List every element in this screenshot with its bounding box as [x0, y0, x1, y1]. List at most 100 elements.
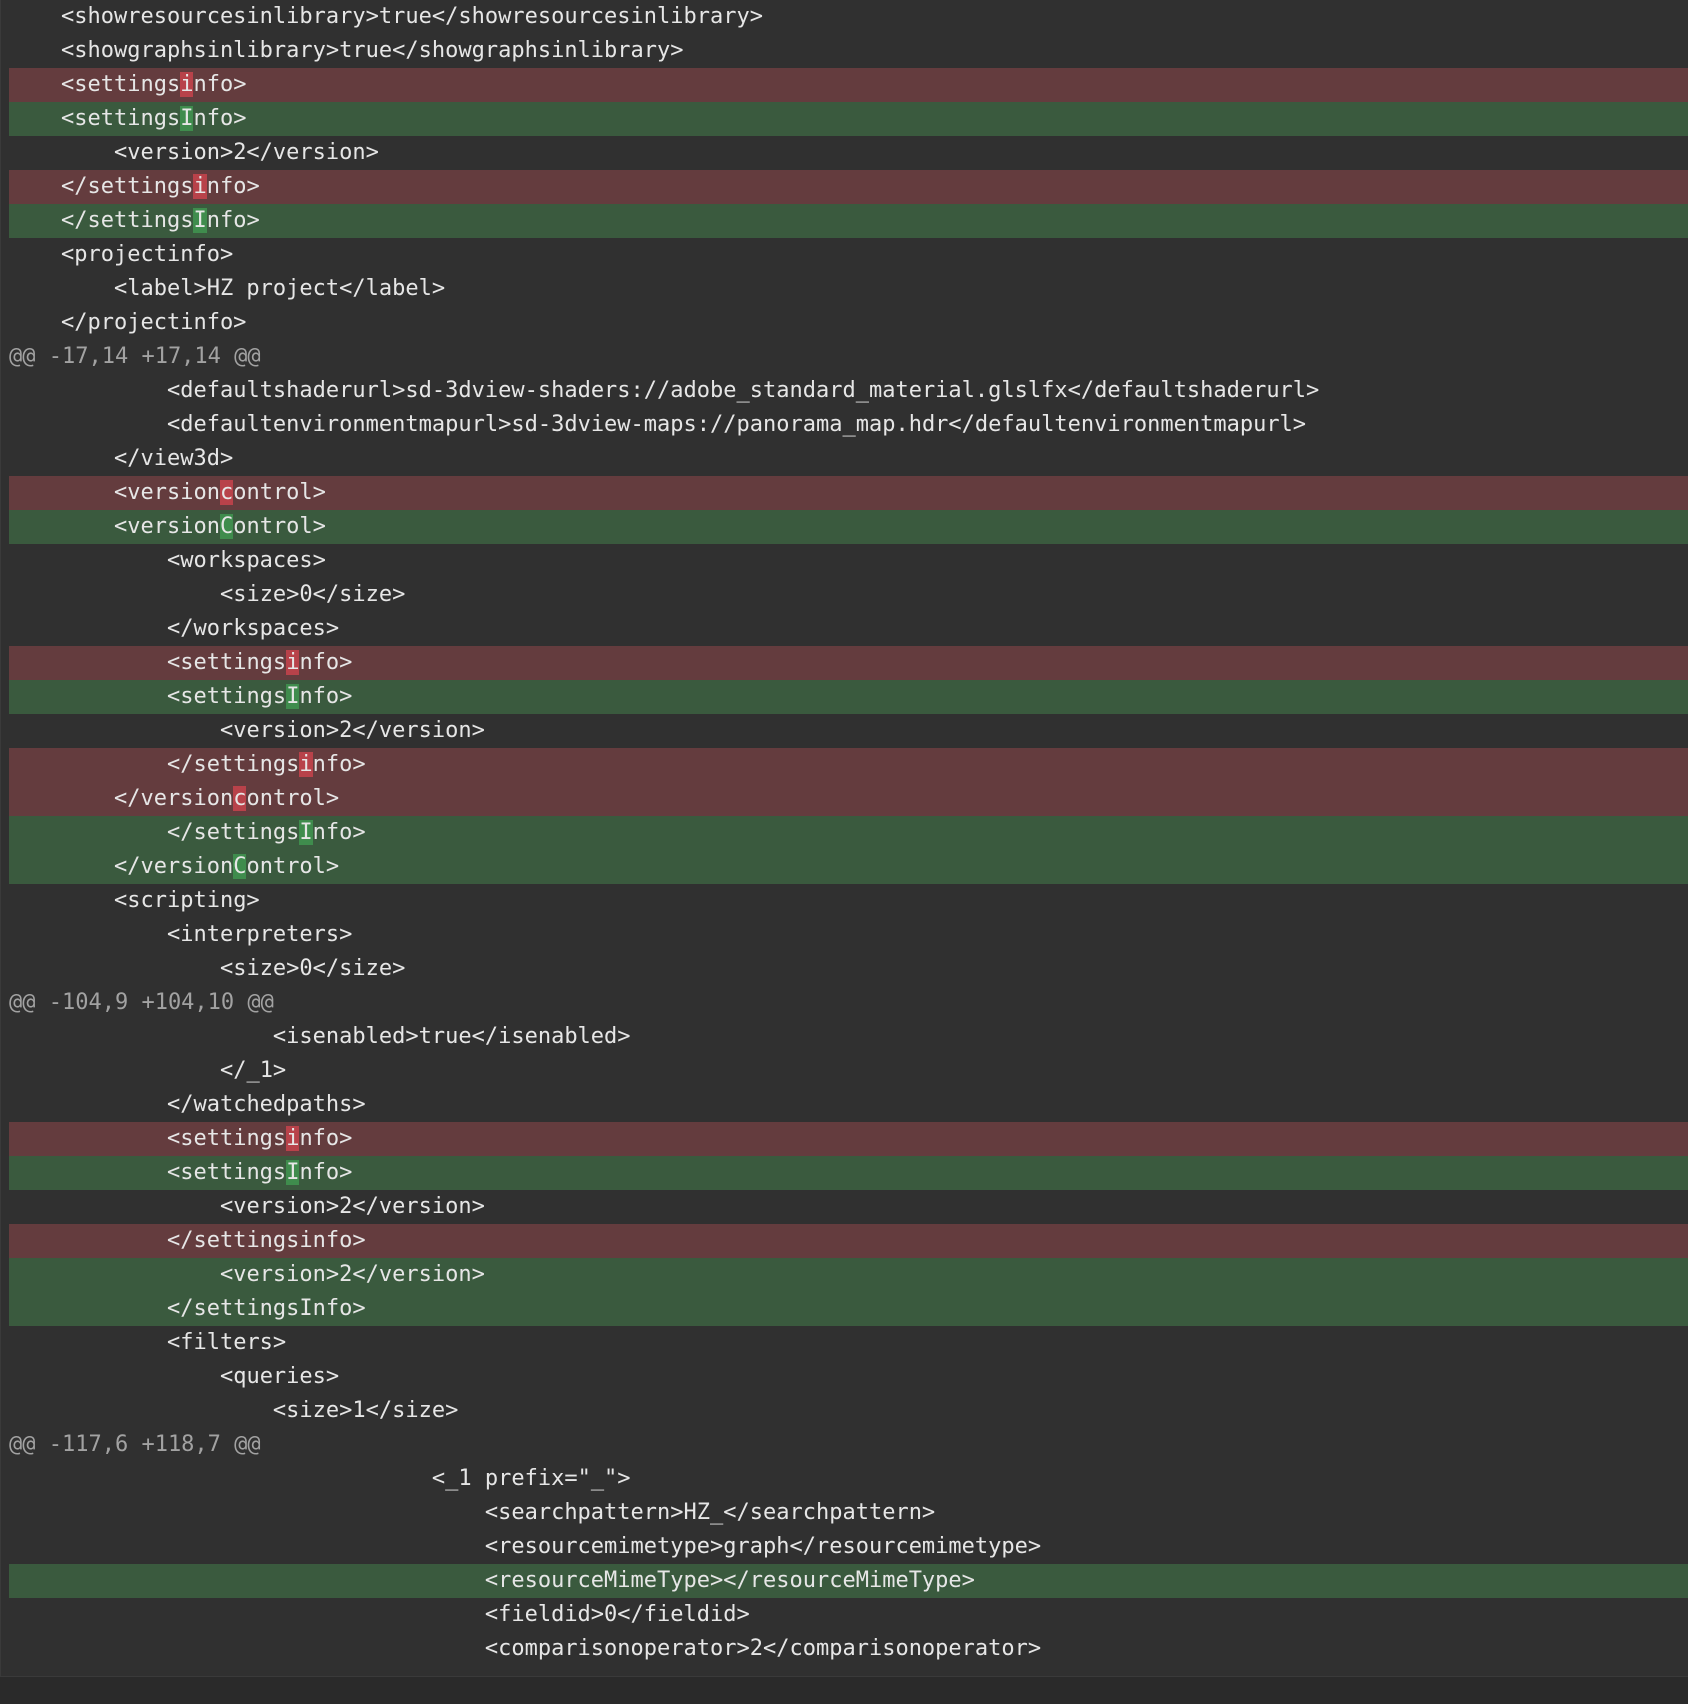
diff-line-context: </view3d>: [9, 442, 1688, 476]
diff-line-context: <fieldid>0</fieldid>: [9, 1598, 1688, 1632]
line-text: <queries>: [219, 1364, 340, 1389]
diff-line-context: <searchpattern>HZ_</searchpattern>: [9, 1496, 1688, 1530]
changed-char-highlight: i: [286, 650, 300, 675]
diff-line-added: <resourceMimeType></resourceMimeType>: [9, 1564, 1688, 1598]
diff-line-context: <isenabled>true</isenabled>: [9, 1020, 1688, 1054]
line-text: </settingsInfo>: [166, 1296, 366, 1321]
line-text: <interpreters>: [166, 922, 353, 947]
diff-line-context: <size>0</size>: [9, 578, 1688, 612]
line-text: <settings: [61, 106, 181, 131]
line-text: </version: [113, 854, 234, 879]
line-text: </settings: [61, 174, 194, 199]
line-text: <scripting>: [113, 888, 260, 913]
diff-line-removed: <versioncontrol>: [9, 476, 1688, 510]
line-text: </workspaces>: [166, 616, 340, 641]
line-text: <version>2</version>: [219, 718, 485, 743]
diff-line-added: <versionControl>: [9, 510, 1688, 544]
changed-char-highlight: c: [233, 786, 247, 811]
diff-line-context: <label>HZ project</label>: [9, 272, 1688, 306]
diff-line-context: </watchedpaths>: [9, 1088, 1688, 1122]
changed-char-highlight: I: [286, 1160, 300, 1185]
line-text: </watchedpaths>: [166, 1092, 366, 1117]
line-text: <showgraphsinlibrary>true</showgraphsinl…: [61, 38, 684, 63]
line-text: <filters>: [166, 1330, 287, 1355]
line-text: <version: [113, 480, 220, 505]
line-text: <settings: [61, 72, 181, 97]
line-text: nfo>: [312, 820, 366, 845]
changed-char-highlight: I: [193, 208, 207, 233]
line-text: ontrol>: [233, 514, 326, 539]
diff-line-added: <settingsInfo>: [9, 102, 1688, 136]
line-text: <showresourcesinlibrary>true</showresour…: [61, 4, 763, 29]
changed-char-highlight: c: [219, 480, 234, 505]
line-text: </version: [113, 786, 234, 811]
line-text: <resourceMimeType></resourceMimeType>: [484, 1568, 975, 1593]
line-text: nfo>: [193, 72, 247, 97]
line-text: <size>1</size>: [272, 1398, 459, 1423]
line-text: <defaultshaderurl>sd-3dview-shaders://ad…: [166, 378, 1320, 403]
line-text: <projectinfo>: [61, 242, 234, 267]
diff-line-context: <version>2</version>: [9, 1190, 1688, 1224]
diff-line-context: <size>1</size>: [9, 1394, 1688, 1428]
diff-line-context: <comparisonoperator>2</comparisonoperato…: [9, 1632, 1688, 1666]
line-text: </projectinfo>: [61, 310, 247, 335]
line-text: <searchpattern>HZ_</searchpattern>: [484, 1500, 936, 1525]
diff-line-context: <scripting>: [9, 884, 1688, 918]
line-text: <isenabled>true</isenabled>: [272, 1024, 631, 1049]
line-text: </settings: [166, 820, 300, 845]
diff-line-context: <showresourcesinlibrary>true</showresour…: [9, 0, 1688, 34]
line-text: <defaultenvironmentmapurl>sd-3dview-maps…: [166, 412, 1307, 437]
line-text: </_1>: [219, 1058, 287, 1083]
changed-char-highlight: C: [233, 854, 247, 879]
changed-char-highlight: C: [219, 514, 234, 539]
changed-char-highlight: I: [180, 106, 194, 131]
line-text: <settings: [166, 650, 287, 675]
diff-line-context: <projectinfo>: [9, 238, 1688, 272]
line-text: nfo>: [299, 650, 353, 675]
changed-char-highlight: I: [286, 684, 300, 709]
diff-line-context: </projectinfo>: [9, 306, 1688, 340]
line-text: <settings: [166, 1160, 287, 1185]
changed-char-highlight: I: [299, 820, 313, 845]
line-text: <_1 prefix="_">: [431, 1466, 631, 1491]
diff-line-context: <size>0</size>: [9, 952, 1688, 986]
line-text: </settings: [166, 752, 300, 777]
line-text: </settings: [61, 208, 194, 233]
diff-line-context: <queries>: [9, 1360, 1688, 1394]
diff-line-removed: </versioncontrol>: [9, 782, 1688, 816]
diff-line-added: </settingsInfo>: [9, 816, 1688, 850]
line-text: <settings: [166, 684, 287, 709]
diff-line-context: <version>2</version>: [9, 136, 1688, 170]
horizontal-scrollbar[interactable]: [0, 1676, 1688, 1704]
diff-hunk-header: @@ -17,14 +17,14 @@: [9, 340, 1688, 374]
diff-view[interactable]: <showresourcesinlibrary>true</showresour…: [0, 0, 1688, 1676]
line-text: <fieldid>0</fieldid>: [484, 1602, 750, 1627]
line-text: <workspaces>: [166, 548, 326, 573]
line-text: <label>HZ project</label>: [113, 276, 446, 301]
line-text: ontrol>: [246, 786, 340, 811]
line-text: @@ -17,14 +17,14 @@: [9, 344, 261, 369]
